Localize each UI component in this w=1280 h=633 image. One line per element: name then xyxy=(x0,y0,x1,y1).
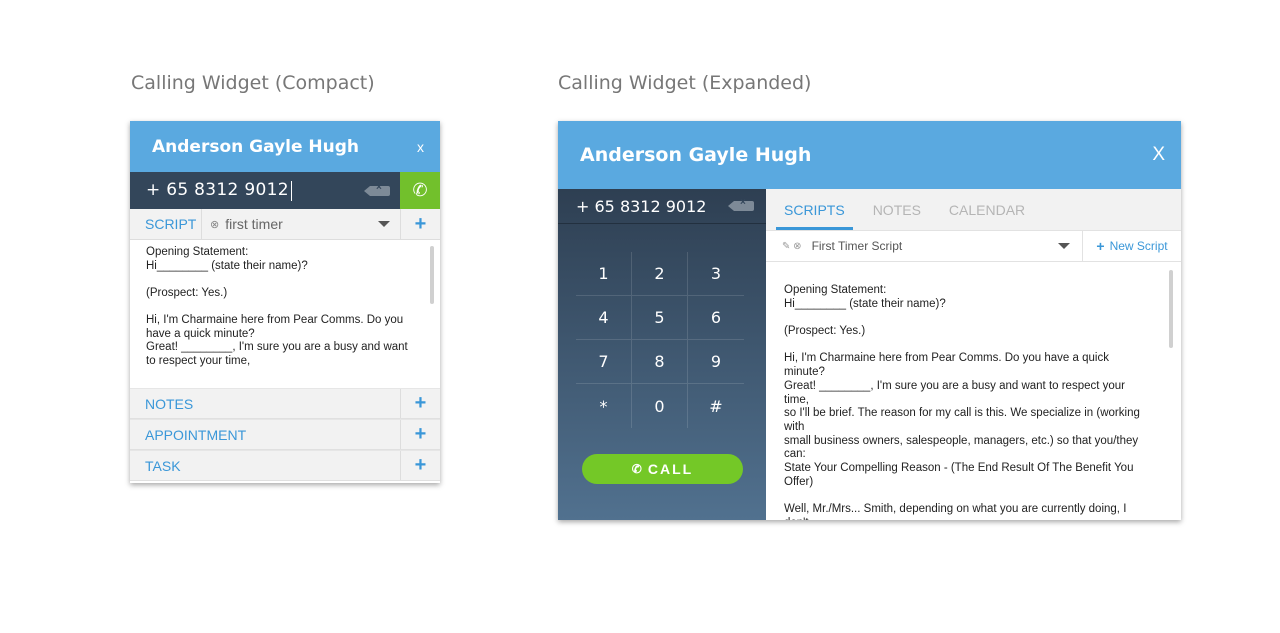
backspace-icon[interactable] xyxy=(364,182,390,196)
appointment-section[interactable]: APPOINTMENT + xyxy=(130,419,440,450)
key-3[interactable]: 3 xyxy=(688,252,744,296)
key-9[interactable]: 9 xyxy=(688,340,744,384)
plus-icon: + xyxy=(414,392,427,414)
key-4[interactable]: 4 xyxy=(576,296,632,340)
notes-label: NOTES xyxy=(145,395,194,412)
new-script-button[interactable]: + New Script xyxy=(1082,231,1181,261)
plus-icon: + xyxy=(1096,238,1105,254)
key-8[interactable]: 8 xyxy=(632,340,688,384)
phone-number-field[interactable]: + 65 8312 9012 xyxy=(558,189,766,224)
key-star[interactable]: * xyxy=(576,384,632,428)
task-section[interactable]: TASK + xyxy=(130,450,440,481)
compact-header: Anderson Gayle Hugh x xyxy=(130,121,440,172)
appointment-label: APPOINTMENT xyxy=(145,426,247,443)
key-7[interactable]: 7 xyxy=(576,340,632,384)
add-script-button[interactable]: + xyxy=(400,209,440,239)
script-paragraph: (Prospect: Yes.) xyxy=(784,325,866,338)
tab-calendar[interactable]: CALENDAR xyxy=(941,202,1033,230)
add-note-button[interactable]: + xyxy=(400,389,440,418)
chevron-down-icon[interactable] xyxy=(378,221,390,227)
contact-name: Anderson Gayle Hugh xyxy=(152,136,360,157)
key-1[interactable]: 1 xyxy=(576,252,632,296)
task-label: TASK xyxy=(145,457,181,474)
new-script-label: New Script xyxy=(1109,239,1168,253)
key-2[interactable]: 2 xyxy=(632,252,688,296)
script-select-row: ✎ ⊗ First Timer Script + New Script xyxy=(766,231,1181,262)
call-button[interactable]: ✆ xyxy=(400,172,440,209)
script-select-value: first timer xyxy=(225,216,283,232)
pencil-icon[interactable]: ✎ xyxy=(782,241,790,252)
tab-notes[interactable]: NOTES xyxy=(865,202,929,230)
dialer-panel: + 65 8312 9012 1 2 3 4 5 6 7 8 9 * 0 # ✆… xyxy=(558,189,766,520)
script-text: Opening Statement: Hi________ (state the… xyxy=(766,262,1181,520)
expanded-header: Anderson Gayle Hugh X xyxy=(558,121,1181,189)
add-appointment-button[interactable]: + xyxy=(400,420,440,449)
contact-name: Anderson Gayle Hugh xyxy=(580,144,812,166)
script-paragraph: Opening Statement: Hi________ (state the… xyxy=(146,246,308,272)
phone-icon: ✆ xyxy=(412,180,428,200)
script-paragraph: (Prospect: Yes.) xyxy=(146,286,228,299)
key-0[interactable]: 0 xyxy=(632,384,688,428)
call-label: CALL xyxy=(647,461,694,477)
script-row: SCRIPT ⊗ first timer + xyxy=(130,209,440,240)
expanded-section-title: Calling Widget (Expanded) xyxy=(558,72,812,94)
script-paragraph: Well, Mr./Mrs... Smith, depending on wha… xyxy=(784,503,1127,520)
script-select[interactable]: ✎ ⊗ First Timer Script xyxy=(766,231,1082,261)
script-select-value: First Timer Script xyxy=(811,239,903,253)
scrollbar[interactable] xyxy=(430,246,434,304)
script-select[interactable]: ⊗ first timer xyxy=(202,209,400,239)
compact-section-title: Calling Widget (Compact) xyxy=(131,72,375,94)
phone-number: + 65 8312 9012 xyxy=(576,196,707,216)
add-task-button[interactable]: + xyxy=(400,451,440,480)
script-paragraph: Hi, I'm Charmaine here from Pear Comms. … xyxy=(784,352,1140,488)
clear-icon[interactable]: ⊗ xyxy=(793,241,801,252)
key-hash[interactable]: # xyxy=(688,384,744,428)
scrollbar[interactable] xyxy=(1169,270,1173,348)
tab-scripts[interactable]: SCRIPTS xyxy=(776,202,853,230)
script-paragraph: Opening Statement: Hi________ (state the… xyxy=(784,284,946,310)
close-icon[interactable]: x xyxy=(417,139,424,155)
key-5[interactable]: 5 xyxy=(632,296,688,340)
dial-row: + 65 8312 9012 ✆ xyxy=(130,172,440,209)
phone-icon: ✆ xyxy=(631,462,642,476)
backspace-icon[interactable] xyxy=(728,197,754,211)
phone-number: + 65 8312 9012 xyxy=(146,180,289,201)
clear-icon[interactable]: ⊗ xyxy=(210,218,219,231)
expanded-calling-widget: Anderson Gayle Hugh X + 65 8312 9012 1 2… xyxy=(558,121,1181,520)
compact-calling-widget: Anderson Gayle Hugh x + 65 8312 9012 ✆ S… xyxy=(130,121,440,483)
phone-number-field[interactable]: + 65 8312 9012 xyxy=(130,172,400,209)
plus-icon: + xyxy=(414,212,427,235)
call-button[interactable]: ✆ CALL xyxy=(582,454,743,484)
notes-section[interactable]: NOTES + xyxy=(130,388,440,419)
plus-icon: + xyxy=(414,423,427,445)
script-tab[interactable]: SCRIPT xyxy=(130,209,202,239)
script-paragraph: Hi, I'm Charmaine here from Pear Comms. … xyxy=(146,313,408,367)
key-6[interactable]: 6 xyxy=(688,296,744,340)
plus-icon: + xyxy=(414,454,427,476)
close-icon[interactable]: X xyxy=(1152,144,1165,166)
keypad: 1 2 3 4 5 6 7 8 9 * 0 # xyxy=(576,252,744,428)
chevron-down-icon[interactable] xyxy=(1058,243,1070,249)
tab-bar: SCRIPTS NOTES CALENDAR xyxy=(766,189,1181,231)
text-cursor xyxy=(290,180,292,201)
content-panel: SCRIPTS NOTES CALENDAR ✎ ⊗ First Timer S… xyxy=(766,189,1181,520)
script-text: Opening Statement: Hi________ (state the… xyxy=(130,240,440,388)
